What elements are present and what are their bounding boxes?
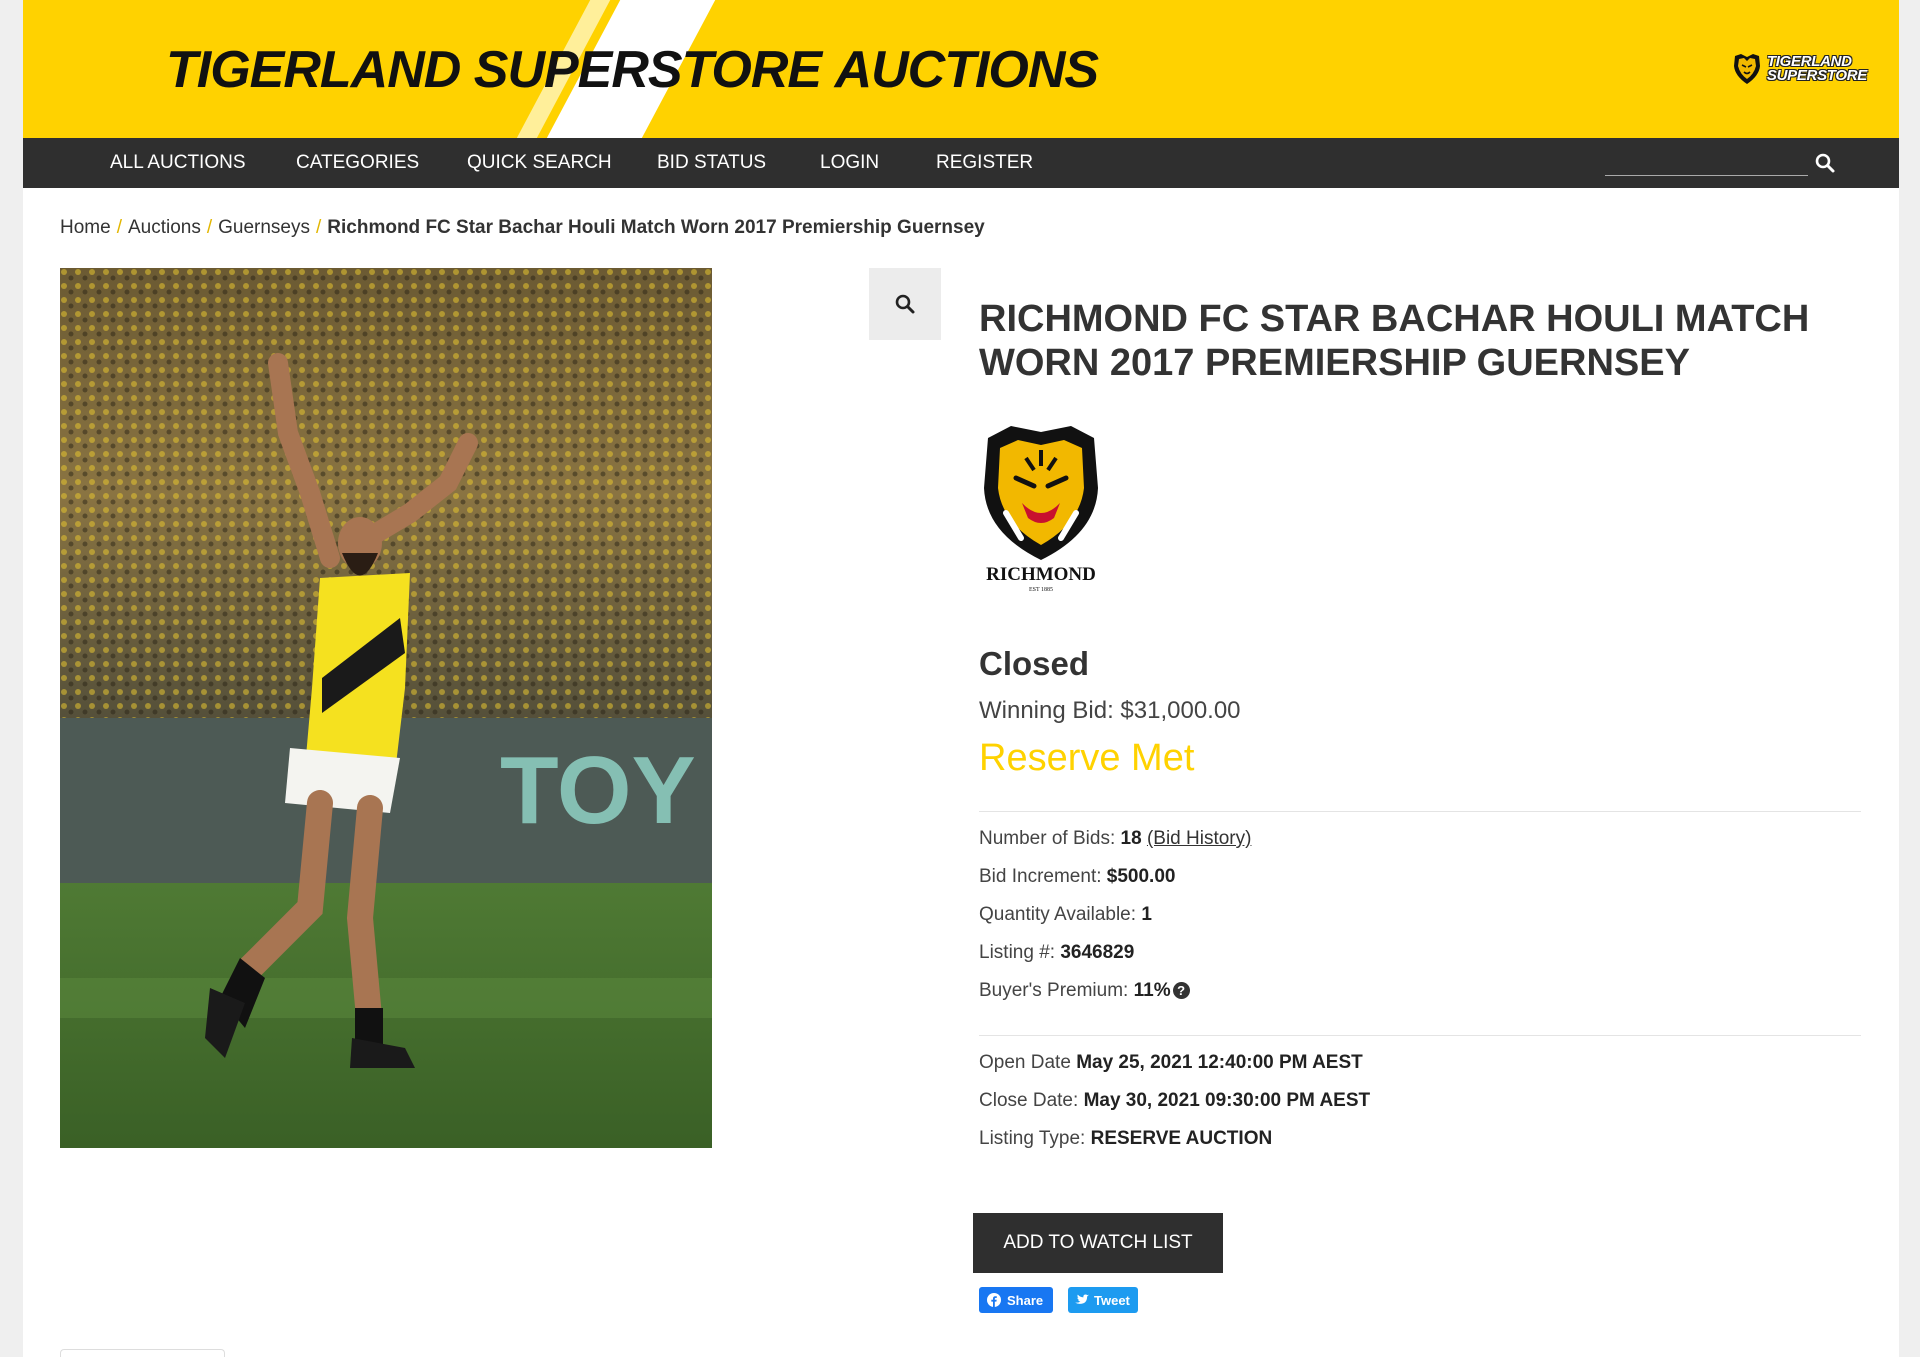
twitter-tweet-button[interactable]: Tweet: [1068, 1287, 1138, 1313]
breadcrumb: Home / Auctions / Guernseys / Richmond FC Star…: [60, 217, 985, 239]
facebook-share-button[interactable]: Share: [979, 1287, 1054, 1313]
bids-label: Number of Bids:: [979, 828, 1116, 849]
add-to-watch-list-button[interactable]: ADD TO WATCH LIST: [973, 1213, 1223, 1273]
breadcrumb-separator: /: [116, 217, 122, 238]
bid-history-link[interactable]: (Bid History): [1147, 828, 1252, 849]
nav-search-input[interactable]: [1605, 148, 1808, 176]
winning-bid-label: Winning Bid:: [979, 697, 1114, 724]
listing-photo[interactable]: TOY: [60, 268, 712, 1148]
listing-type: Listing Type: RESERVE AUCTION: [979, 1128, 1272, 1150]
tiger-head-icon: [1733, 54, 1760, 84]
winning-bid: Winning Bid: $31,000.00: [979, 697, 1241, 725]
premium-value: 11%: [1133, 980, 1171, 1001]
club-logo-est: EST 1885: [1029, 587, 1053, 593]
listing-type-value: RESERVE AUCTION: [1090, 1128, 1273, 1149]
nav-register[interactable]: REGISTER: [936, 138, 1033, 188]
zoom-button[interactable]: [869, 268, 941, 340]
breadcrumb-guernseys[interactable]: Guernseys: [218, 217, 310, 238]
auction-status: Closed: [979, 645, 1090, 682]
quantity-value: 1: [1141, 904, 1152, 925]
svg-text:TOY: TOY: [500, 737, 696, 844]
breadcrumb-separator: /: [206, 217, 213, 238]
number-of-bids: Number of Bids: 18 (Bid History): [979, 828, 1251, 850]
nav-quick-search[interactable]: QUICK SEARCH: [467, 138, 612, 188]
page: TIGERLAND SUPERSTORE AUCTIONS TIGERLAND …: [23, 0, 1899, 1357]
logo-words: TIGERLAND SUPERSTORE: [1766, 54, 1867, 84]
player-celebration-image: TOY: [60, 268, 712, 1148]
twitter-bird-icon: [1075, 1294, 1089, 1304]
site-title-accent: AUCTIONS: [834, 41, 1100, 99]
close-date-value: May 30, 2021 09:30:00 PM AEST: [1083, 1090, 1371, 1111]
quantity-available: Quantity Available: 1: [979, 904, 1152, 926]
breadcrumb-home[interactable]: Home: [60, 217, 111, 238]
tab-stub[interactable]: [60, 1349, 225, 1357]
winning-bid-value: $31,000.00: [1120, 697, 1241, 724]
listing-type-label: Listing Type:: [979, 1128, 1086, 1149]
tiger-logo-icon: RICHMOND EST 1885: [984, 426, 1098, 593]
club-logo-text: RICHMOND: [986, 564, 1096, 585]
tweet-label: Tweet: [1094, 1292, 1130, 1308]
listing-number: Listing #: 3646829: [979, 942, 1134, 964]
search-icon[interactable]: [1814, 152, 1836, 174]
bids-value: 18: [1120, 828, 1142, 849]
main-nav: ALL AUCTIONS CATEGORIES QUICK SEARCH BID…: [23, 138, 1899, 188]
breadcrumb-auctions[interactable]: Auctions: [128, 217, 201, 238]
increment-label: Bid Increment:: [979, 866, 1102, 887]
reserve-status: Reserve Met: [979, 737, 1195, 779]
open-date-value: May 25, 2021 12:40:00 PM AEST: [1076, 1052, 1363, 1073]
close-date: Close Date: May 30, 2021 09:30:00 PM AES…: [979, 1090, 1370, 1112]
premium-label: Buyer's Premium:: [979, 980, 1129, 1001]
divider: [979, 811, 1861, 812]
bid-increment: Bid Increment: $500.00: [979, 866, 1175, 888]
close-date-label: Close Date:: [979, 1090, 1079, 1111]
richmond-club-logo: RICHMOND EST 1885: [976, 418, 1106, 593]
tigerland-superstore-logo[interactable]: TIGERLAND SUPERSTORE: [1732, 52, 1867, 86]
facebook-icon: [987, 1293, 1001, 1307]
nav-bid-status[interactable]: BID STATUS: [657, 138, 766, 188]
listing-number-label: Listing #:: [979, 942, 1056, 963]
magnifier-icon: [895, 294, 915, 314]
share-label: Share: [1007, 1292, 1044, 1308]
nav-all-auctions[interactable]: ALL AUCTIONS: [110, 138, 246, 188]
breadcrumb-current: Richmond FC Star Bachar Houli Match Worn…: [327, 217, 985, 238]
nav-login[interactable]: LOGIN: [820, 138, 879, 188]
quantity-label: Quantity Available:: [979, 904, 1137, 925]
increment-value: $500.00: [1106, 866, 1176, 887]
buyers-premium: Buyer's Premium: 11%?: [979, 980, 1190, 1002]
open-date-label: Open Date: [979, 1052, 1071, 1073]
divider: [979, 1035, 1861, 1036]
breadcrumb-separator: /: [316, 217, 322, 238]
listing-number-value: 3646829: [1060, 942, 1135, 963]
listing-title: RICHMOND FC STAR BACHAR HOULI MATCH WORN…: [979, 298, 1810, 384]
open-date: Open Date May 25, 2021 12:40:00 PM AEST: [979, 1052, 1363, 1074]
site-title-main: TIGERLAND SUPERSTORE: [166, 41, 835, 99]
site-header: TIGERLAND SUPERSTORE AUCTIONS TIGERLAND …: [23, 0, 1899, 138]
question-circle-icon[interactable]: ?: [1172, 982, 1190, 999]
nav-categories[interactable]: CATEGORIES: [296, 138, 419, 188]
site-title[interactable]: TIGERLAND SUPERSTORE AUCTIONS: [166, 40, 1100, 100]
logo-line-2: SUPERSTORE: [1766, 67, 1867, 84]
